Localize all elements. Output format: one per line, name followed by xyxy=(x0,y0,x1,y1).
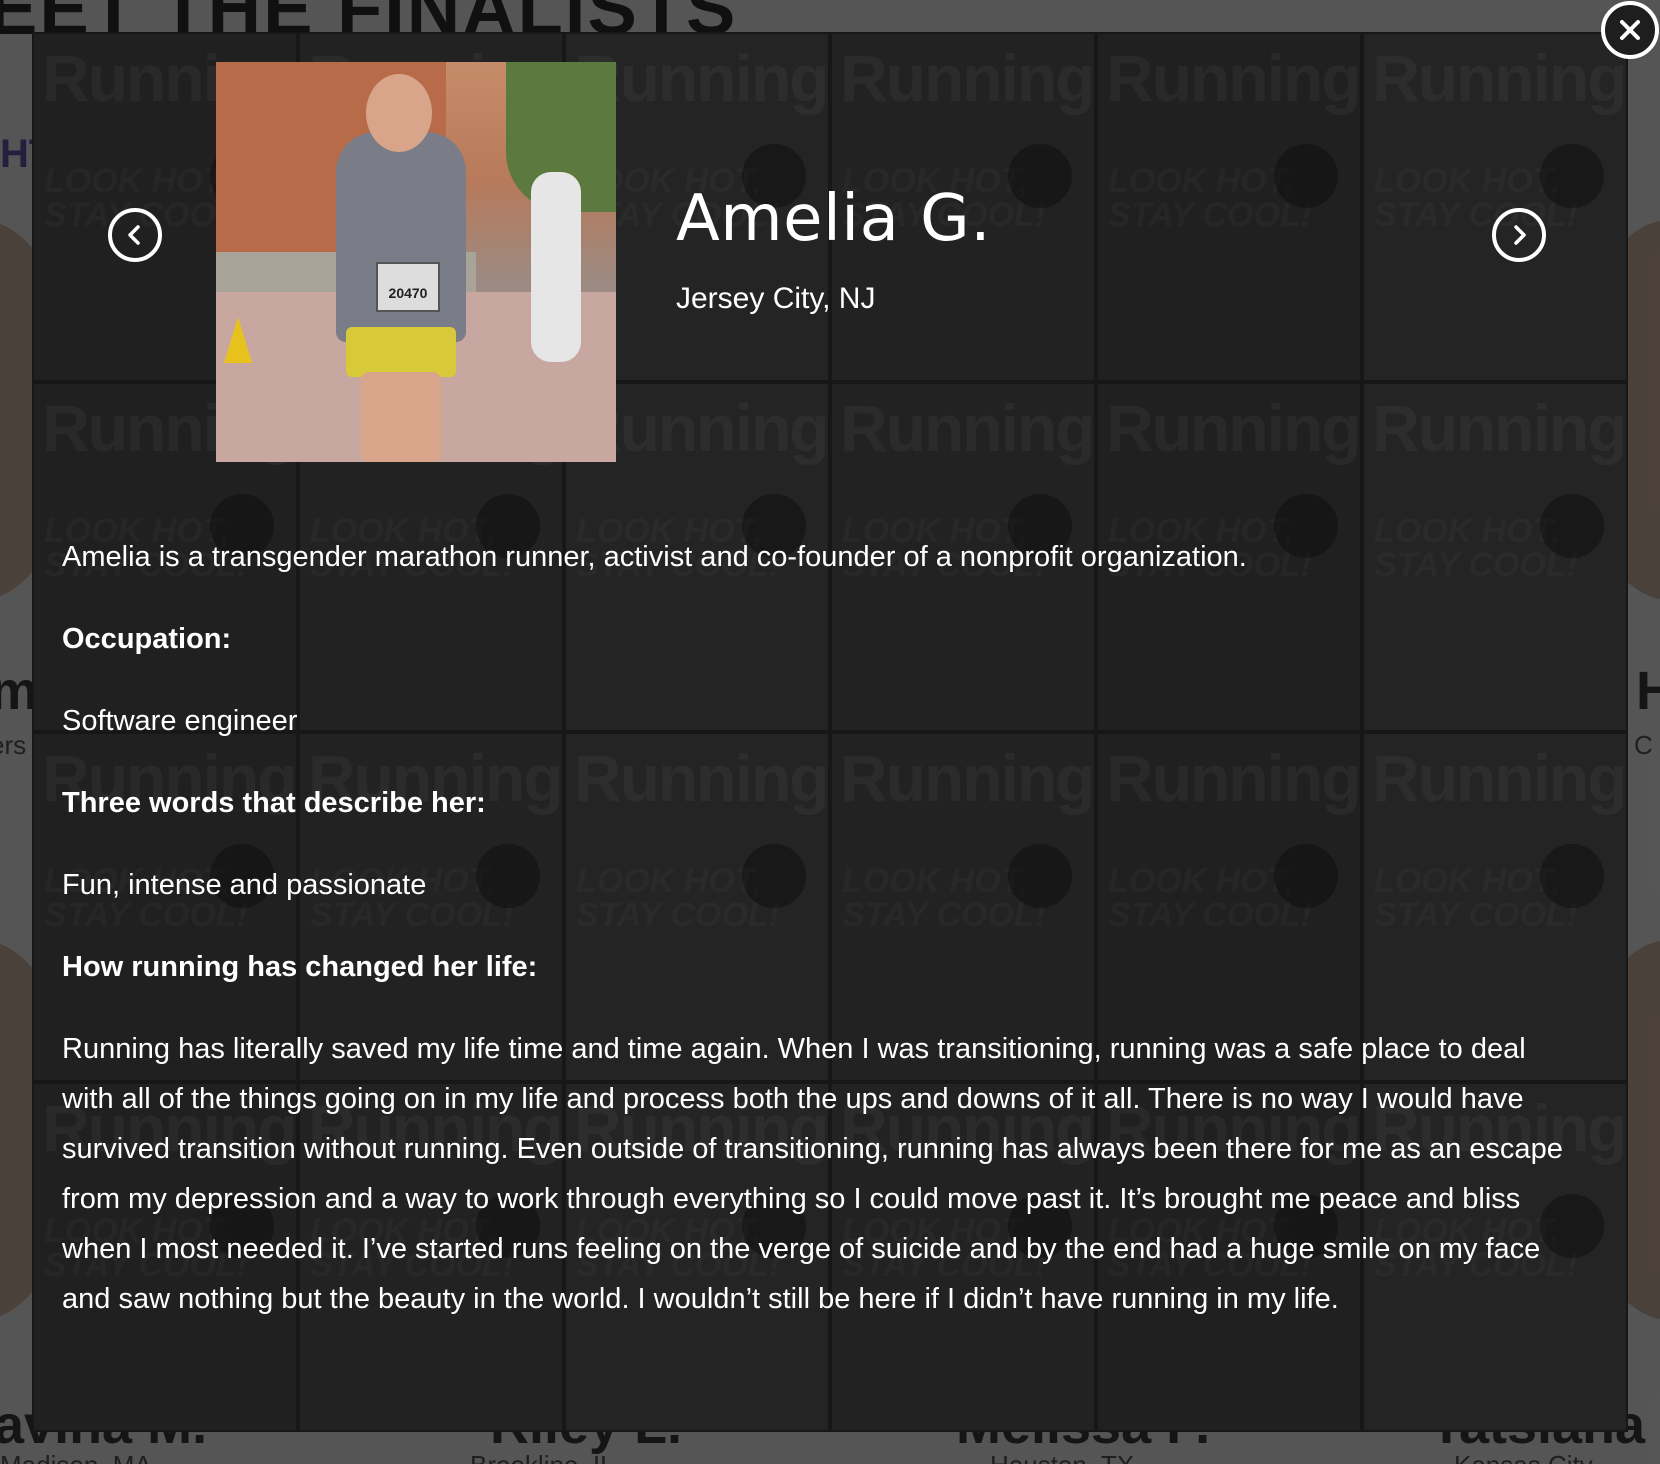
profile-intro: Amelia is a transgender marathon runner,… xyxy=(62,541,1247,573)
profile-location: Jersey City, NJ xyxy=(676,282,876,315)
profile-name: Amelia G. xyxy=(676,182,992,256)
close-icon xyxy=(1620,20,1640,40)
photo-cone xyxy=(224,317,252,363)
previous-button[interactable] xyxy=(108,208,162,262)
photo-runner-legs xyxy=(361,372,441,462)
profile-photo: 20470 xyxy=(216,62,616,462)
chevron-right-icon xyxy=(1514,225,1526,245)
profile-details: Amelia is a transgender marathon runner,… xyxy=(62,532,1582,1324)
occupation-label: Occupation: xyxy=(62,623,232,655)
occupation-value: Software engineer xyxy=(62,705,298,737)
photo-runner-head xyxy=(366,74,432,152)
three-words-value: Fun, intense and passionate xyxy=(62,869,427,901)
photo-background-runner xyxy=(531,172,581,362)
next-button[interactable] xyxy=(1492,208,1546,262)
three-words-label: Three words that describe her: xyxy=(62,787,486,819)
photo-race-bib: 20470 xyxy=(376,262,440,312)
running-changed-label: How running has changed her life: xyxy=(62,951,538,983)
chevron-left-icon xyxy=(128,225,140,245)
photo-runner-shorts xyxy=(346,327,456,377)
running-changed-text: Running has literally saved my life time… xyxy=(62,1033,1563,1315)
close-button[interactable] xyxy=(1601,1,1659,59)
profile-lightbox: RunningLOOK HOT, STAY COOL!RunningLOOK H… xyxy=(32,32,1628,1432)
